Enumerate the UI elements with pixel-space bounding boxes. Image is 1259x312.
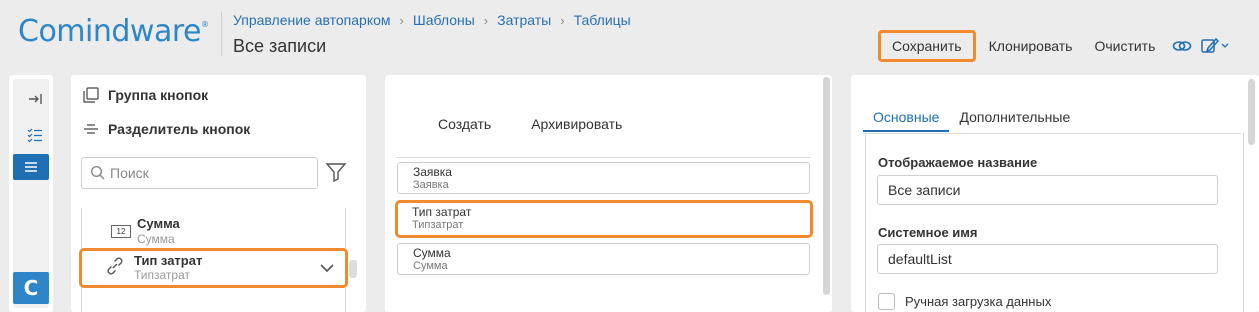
clone-button[interactable]: Клонировать [978, 30, 1084, 62]
search-input[interactable]: Поиск [81, 157, 318, 189]
system-name-label: Системное имя [878, 225, 978, 240]
copy-icon [81, 85, 101, 105]
toolbar: Сохранить Клонировать Очистить [878, 30, 1232, 62]
manual-load-label: Ручная загрузка данных [905, 294, 1052, 309]
comindware-logo: Comindware® [18, 14, 209, 49]
clear-button[interactable]: Очистить [1083, 30, 1166, 62]
create-button[interactable]: Создать [438, 116, 491, 132]
manual-load-checkbox[interactable] [878, 293, 895, 310]
link-icon[interactable] [1170, 34, 1194, 58]
properties-form: Отображаемое название Все записи Системн… [865, 133, 1244, 312]
chevron-right-icon: › [483, 12, 489, 28]
link-field-icon [104, 255, 126, 282]
chevron-down-icon[interactable] [319, 261, 335, 279]
header-divider [221, 12, 222, 56]
filter-icon[interactable] [325, 161, 347, 183]
list-item-subtitle: Типзатрат [134, 268, 190, 282]
properties-panel: Основные Дополнительные Отображаемое наз… [851, 75, 1259, 312]
components-palette: Группа кнопок Разделитель кнопок Поиск 1… [71, 75, 366, 312]
form-canvas: Создать Архивировать Заявка Заявка Тип з… [385, 75, 832, 312]
search-icon [90, 165, 105, 180]
collapse-icon[interactable] [17, 85, 53, 113]
side-rail: C [9, 75, 53, 312]
breadcrumb: Управление автопарком › Шаблоны › Затрат… [233, 12, 631, 28]
checklist-icon[interactable] [17, 121, 53, 149]
manual-load-option[interactable]: Ручная загрузка данных [878, 293, 1051, 310]
palette-field-sum[interactable]: 12 Сумма Сумма [111, 216, 180, 246]
canvas-field-request[interactable]: Заявка Заявка [397, 162, 810, 194]
save-button[interactable]: Сохранить [878, 30, 976, 62]
breadcrumb-item-tables[interactable]: Таблицы [574, 12, 631, 28]
properties-scrollbar[interactable] [1248, 79, 1255, 145]
palette-field-cost-type[interactable]: Тип затрат Типзатрат [79, 248, 348, 288]
list-item-subtitle: Сумма [137, 232, 175, 246]
chevron-right-icon: › [399, 12, 404, 28]
archive-button[interactable]: Архивировать [531, 116, 622, 132]
breadcrumb-item-templates[interactable]: Шаблоны [413, 12, 475, 28]
canvas-field-cost-type[interactable]: Тип затрат Типзатрат [395, 200, 813, 238]
display-name-label: Отображаемое название [878, 155, 1038, 170]
app-logo-icon[interactable]: C [13, 272, 49, 304]
list-item-title: Тип затрат [134, 253, 203, 268]
tab-main[interactable]: Основные [863, 109, 950, 132]
tab-additional[interactable]: Дополнительные [949, 109, 1080, 132]
edit-icon[interactable] [1198, 34, 1232, 58]
page-title: Все записи [233, 36, 327, 56]
number-field-icon: 12 [111, 225, 131, 238]
list-item-title: Сумма [137, 216, 180, 231]
canvas-field-sum[interactable]: Сумма Сумма [397, 243, 810, 275]
palette-item-button-separator[interactable]: Разделитель кнопок [81, 119, 250, 139]
list-view-icon[interactable] [13, 154, 49, 180]
separator-icon [81, 119, 101, 139]
canvas-scrollbar[interactable] [823, 77, 830, 295]
canvas-button-bar: Создать Архивировать [396, 90, 811, 158]
display-name-input[interactable]: Все записи [877, 175, 1218, 205]
breadcrumb-item-costs[interactable]: Затраты [497, 12, 551, 28]
palette-item-button-group[interactable]: Группа кнопок [81, 85, 208, 105]
chevron-right-icon: › [560, 12, 565, 28]
system-name-input[interactable]: defaultList [877, 244, 1218, 274]
properties-tabs: Основные Дополнительные [863, 109, 1080, 132]
breadcrumb-item-fleet[interactable]: Управление автопарком [233, 12, 391, 28]
palette-scrollbar[interactable] [349, 260, 357, 278]
